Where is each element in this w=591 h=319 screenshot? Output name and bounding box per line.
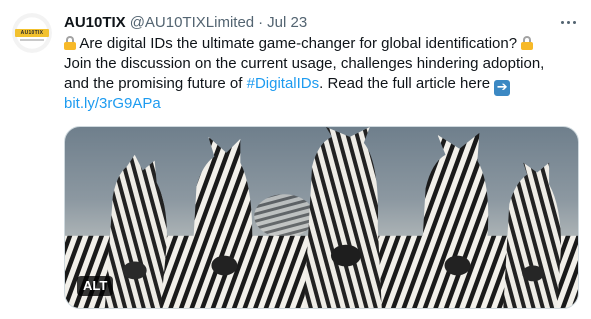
- tweet-media-image[interactable]: ALT: [64, 126, 579, 309]
- tweet-line-2: Join the discussion on the current usage…: [64, 55, 545, 72]
- more-options-icon[interactable]: [557, 13, 579, 31]
- lock-emoji-icon: [521, 36, 534, 50]
- tweet-header: AU10TIX @AU10TIXLimited · Jul 23: [64, 12, 307, 32]
- tweet-date[interactable]: Jul 23: [267, 14, 307, 31]
- alt-text-badge[interactable]: ALT: [77, 276, 114, 296]
- account-handle[interactable]: @AU10TIXLimited: [130, 14, 254, 31]
- tweet-line-1: Are digital IDs the ultimate game-change…: [64, 34, 579, 54]
- tweet-card[interactable]: AU10TIX AU10TIX @AU10TIXLimited · Jul 23…: [0, 0, 591, 319]
- hashtag-link[interactable]: #DigitalIDs: [247, 75, 320, 92]
- avatar[interactable]: AU10TIX: [12, 13, 52, 53]
- header-separator: ·: [258, 13, 264, 31]
- article-link[interactable]: bit.ly/3rG9APa: [64, 95, 161, 112]
- account-name[interactable]: AU10TIX: [64, 14, 126, 31]
- lock-emoji-icon: [64, 36, 76, 50]
- tweet-line-4: bit.ly/3rG9APa: [64, 94, 579, 114]
- tweet-text: Are digital IDs the ultimate game-change…: [64, 34, 579, 114]
- zebra-herd-image: [65, 127, 578, 308]
- avatar-logo: AU10TIX: [15, 29, 49, 37]
- right-arrow-icon: ➔: [494, 80, 511, 96]
- tweet-line-3: and the promising future of #DigitalIDs.…: [64, 74, 579, 96]
